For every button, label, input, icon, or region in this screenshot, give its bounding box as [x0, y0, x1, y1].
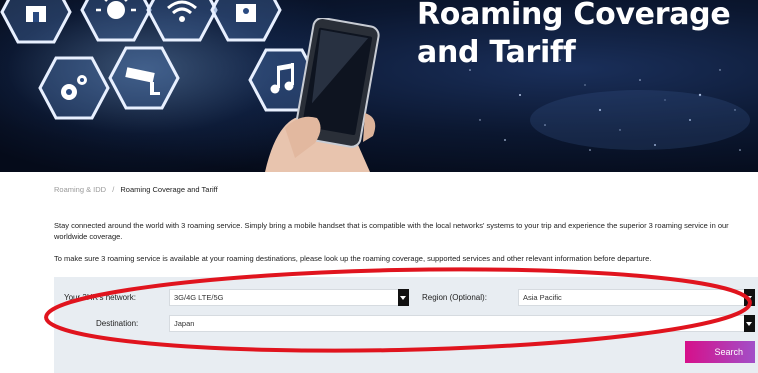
wifi-icon [146, 0, 218, 42]
region-label: Region (Optional): [422, 293, 487, 302]
breadcrumb-separator: / [112, 185, 115, 194]
cctv-camera-icon [108, 46, 180, 110]
intro-paragraph-2: To make sure 3 roaming service is availa… [54, 254, 652, 263]
hero-title-line-2: and Tariff [417, 35, 576, 70]
network-select[interactable]: 3G/4G LTE/5G [169, 289, 409, 306]
hero-title: Roaming Coverage and Tariff [417, 0, 731, 72]
home-icon [0, 0, 72, 44]
intro-paragraph-1: Stay connected around the world with 3 r… [54, 221, 729, 241]
sun-icon [80, 0, 152, 42]
breadcrumb-link-roaming-idd[interactable]: Roaming & IDD [54, 185, 106, 194]
destination-select[interactable]: Japan [169, 315, 755, 332]
hero-banner: Roaming Coverage and Tariff [0, 0, 758, 172]
breadcrumb: Roaming & IDD / Roaming Coverage and Tar… [54, 185, 218, 194]
chevron-down-icon[interactable] [398, 289, 409, 306]
search-button[interactable]: Search [685, 341, 755, 363]
breadcrumb-current: Roaming Coverage and Tariff [120, 185, 218, 194]
gear-icon [38, 56, 110, 120]
hero-title-line-1: Roaming Coverage [417, 0, 731, 32]
destination-select-value: Japan [174, 319, 195, 328]
destination-label: Destination: [96, 319, 139, 328]
chevron-down-icon[interactable] [744, 315, 755, 332]
network-label: Your 3HK's network: [64, 293, 136, 302]
phone-in-hand-illustration [265, 18, 380, 172]
network-select-value: 3G/4G LTE/5G [174, 293, 224, 302]
region-select[interactable]: Asia Pacific [518, 289, 755, 306]
region-select-value: Asia Pacific [523, 293, 562, 302]
chevron-down-icon[interactable] [744, 289, 755, 306]
